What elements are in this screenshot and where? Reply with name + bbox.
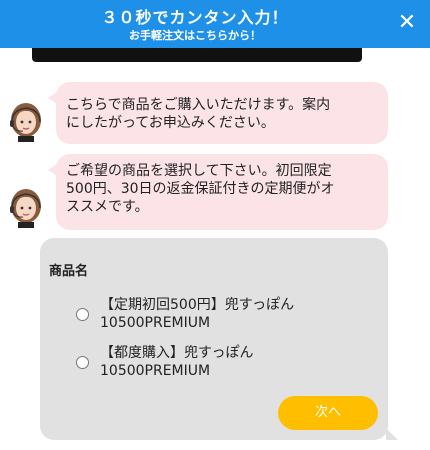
chat-bubble-recommend: ご希望の商品を選択して下さい。初回限定 500円、30日の返金保証付きの定期便が… [48, 154, 388, 230]
close-icon: ✕ [397, 10, 417, 35]
close-button[interactable]: ✕ [394, 10, 420, 36]
product-option-label: 【定期初回500円】兜すっぽん 10500PREMIUM [100, 296, 294, 332]
chat-bubble-line: ススメです。 [66, 199, 149, 215]
product-option-name: 【定期初回500円】兜すっぽん [100, 297, 295, 313]
radio-button[interactable] [76, 308, 89, 321]
product-select-panel: 商品名 【定期初回500円】兜すっぽん 10500PREMIUM 【都度購入】兜… [40, 238, 398, 440]
header-banner: ３０秒でカンタン入力！ お手軽注文はこちらから！ ✕ [0, 0, 430, 48]
product-option-model: 10500PREMIUM [100, 315, 211, 331]
product-option-name: 【都度購入】兜すっぽん [100, 345, 254, 361]
header-title: ３０秒でカンタン入力！ [101, 8, 289, 27]
next-button[interactable]: 次へ [278, 396, 378, 430]
product-option-label: 【都度購入】兜すっぽん 10500PREMIUM [100, 344, 253, 380]
radio-button[interactable] [76, 356, 89, 369]
operator-avatar-icon [8, 186, 44, 228]
product-select-title: 商品名 [49, 264, 89, 279]
chat-bubble-line: こちらで商品をご購入いただけます。案内 [66, 97, 331, 113]
header-subtitle: お手軽注文はこちらから！ [129, 29, 261, 42]
chat-bubble-line: ご希望の商品を選択して下さい。初回限定 [66, 163, 332, 179]
chat-bubble-line: 500円、30日の返金保証付きの定期便がオ [66, 181, 335, 197]
chat-bubble-intro: こちらで商品をご購入いただけます。案内 にしたがってお申込みください。 [48, 82, 388, 144]
chat-bubble-line: にしたがってお申込みください。 [66, 115, 275, 131]
product-option-model: 10500PREMIUM [100, 363, 211, 379]
operator-avatar-icon [8, 100, 44, 142]
top-black-bar [32, 48, 362, 62]
